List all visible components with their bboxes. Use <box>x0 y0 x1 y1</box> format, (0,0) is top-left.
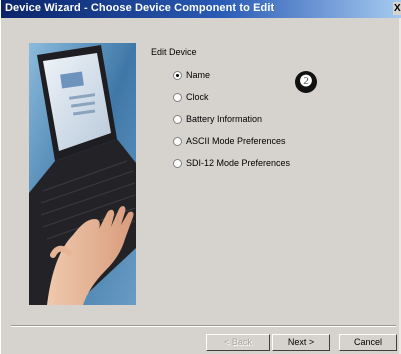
laptop-illustration <box>29 43 136 305</box>
option-label: Battery Information <box>186 114 263 124</box>
radio-clock[interactable] <box>173 92 182 102</box>
radio-sdi12-mode[interactable] <box>173 158 182 168</box>
option-battery-information[interactable]: Battery Information <box>173 112 262 126</box>
cancel-button[interactable]: Cancel <box>339 334 397 351</box>
back-button[interactable]: < Back <box>206 334 270 351</box>
step-number-2-icon: ❷ <box>295 71 317 93</box>
options-panel: Edit Device Name Clock Battery Informati… <box>138 40 378 310</box>
laptop-typing-hand-icon <box>29 43 136 305</box>
close-button[interactable]: X <box>393 2 401 15</box>
next-button[interactable]: Next > <box>272 334 330 351</box>
title-bar[interactable]: Device Wizard - Choose Device Component … <box>1 0 401 18</box>
option-name[interactable]: Name <box>173 68 210 82</box>
option-clock[interactable]: Clock <box>173 90 209 104</box>
footer-separator <box>11 325 396 327</box>
window-title: Device Wizard - Choose Device Component … <box>5 2 275 14</box>
option-label: Name <box>186 70 211 80</box>
option-ascii-mode[interactable]: ASCII Mode Preferences <box>173 134 286 148</box>
option-label: ASCII Mode Preferences <box>186 136 286 146</box>
radio-name[interactable] <box>173 70 182 80</box>
option-label: Clock <box>186 92 209 102</box>
radio-battery-information[interactable] <box>173 114 182 124</box>
group-label: Edit Device <box>151 47 197 57</box>
option-sdi12-mode[interactable]: SDI-12 Mode Preferences <box>173 156 290 170</box>
device-wizard-window: Device Wizard - Choose Device Component … <box>0 0 401 354</box>
radio-ascii-mode[interactable] <box>173 136 182 146</box>
option-label: SDI-12 Mode Preferences <box>186 158 291 168</box>
